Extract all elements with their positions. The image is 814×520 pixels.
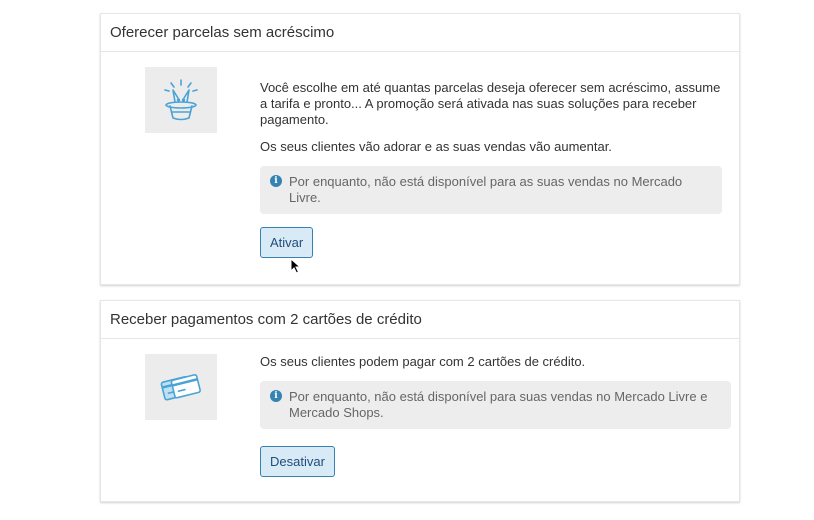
credit-cards-icon [145, 354, 217, 420]
offer-installments-card: Oferecer parcelas sem acréscimo Você esc… [100, 13, 740, 285]
offer-description: Você escolhe em até quantas parcelas des… [260, 80, 721, 127]
info-icon: i [270, 390, 282, 402]
notice-text: Por enquanto, não está disponível para a… [289, 174, 683, 205]
card-title: Oferecer parcelas sem acréscimo [101, 14, 739, 52]
two-cards-payment-card: Receber pagamentos com 2 cartões de créd… [100, 300, 740, 502]
deactivate-button[interactable]: Desativar [260, 446, 335, 477]
two-cards-description: Os seus clientes podem pagar com 2 cartõ… [260, 354, 586, 369]
notice-text: Por enquanto, não está disponível para s… [289, 389, 708, 420]
activate-button[interactable]: Ativar [260, 227, 314, 258]
mouse-cursor-icon [290, 257, 302, 279]
availability-notice: i Por enquanto, não está disponível para… [260, 166, 722, 214]
offer-subtext: Os seus clientes vão adorar e as suas ve… [260, 139, 612, 154]
card-title: Receber pagamentos com 2 cartões de créd… [101, 301, 739, 339]
info-icon: i [270, 175, 282, 187]
magic-hat-icon [145, 67, 217, 133]
availability-notice: i Por enquanto, não está disponível para… [260, 381, 731, 429]
